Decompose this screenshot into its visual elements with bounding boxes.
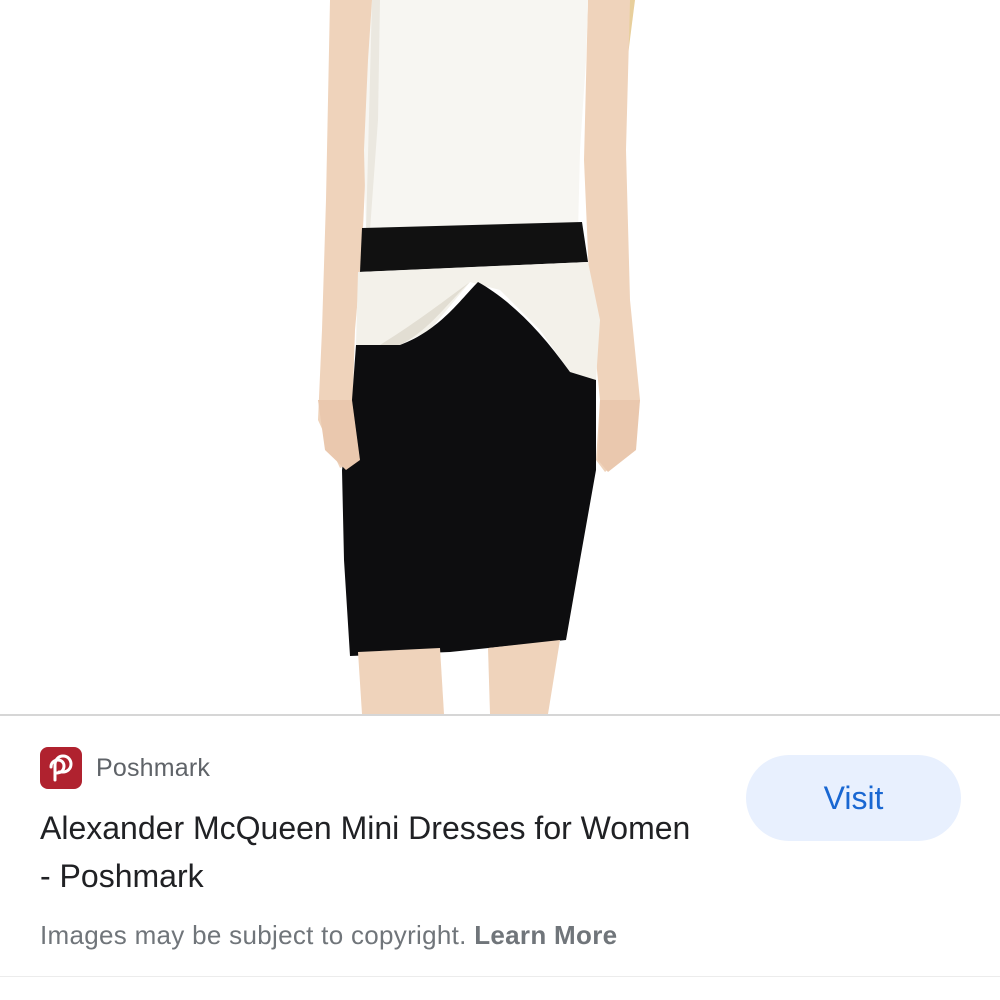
source-name[interactable]: Poshmark [96,754,210,783]
visit-button[interactable]: Visit [746,755,961,841]
learn-more-link[interactable]: Learn More [474,920,617,950]
source-row[interactable]: Poshmark [40,747,210,789]
image-result-panel: Poshmark Alexander McQueen Mini Dresses … [0,0,1000,1000]
image-divider [0,714,1000,716]
poshmark-logo-icon [40,747,82,789]
copyright-notice: Images may be subject to copyright. Lear… [40,920,617,951]
product-image[interactable] [0,0,1000,714]
bottom-divider [0,976,1000,977]
result-title[interactable]: Alexander McQueen Mini Dresses for Women… [40,804,700,900]
copyright-text: Images may be subject to copyright. [40,920,475,950]
